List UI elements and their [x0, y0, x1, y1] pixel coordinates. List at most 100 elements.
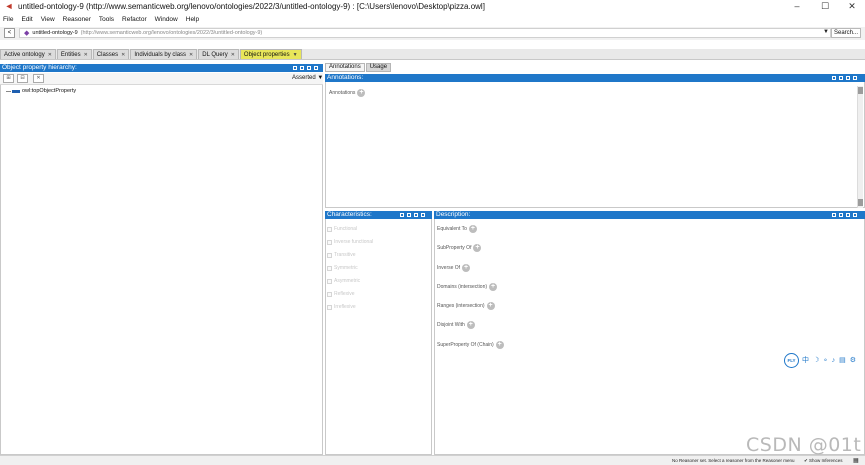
- keyboard-icon[interactable]: ▤: [839, 356, 846, 364]
- description-panel-header: Description:: [434, 211, 865, 219]
- add-disjoint-icon[interactable]: +: [466, 321, 475, 329]
- equivalent-to-field: Equivalent To +: [437, 225, 477, 233]
- object-property-icon: [12, 89, 20, 93]
- close-tab-icon[interactable]: ✕: [189, 52, 193, 58]
- search-button[interactable]: Search...: [831, 28, 861, 38]
- tab-label: Entities: [60, 51, 81, 58]
- menu-refactor[interactable]: Refactor: [122, 16, 147, 23]
- transitive-checkbox[interactable]: Transitive: [327, 252, 356, 258]
- add-domain-icon[interactable]: +: [489, 283, 498, 291]
- status-bar: No Reasoner set. Select a reasoner from …: [0, 455, 865, 465]
- minimize-button[interactable]: –: [783, 0, 811, 12]
- show-inferences-checkbox[interactable]: ✔ Show Inferences: [804, 458, 843, 464]
- add-chain-icon[interactable]: +: [495, 341, 504, 349]
- annotations-field: Annotations +: [329, 89, 366, 97]
- characteristic-label: Asymmetric: [334, 278, 361, 284]
- gear-icon[interactable]: ⚙: [850, 356, 856, 364]
- menu-window[interactable]: Window: [155, 16, 178, 23]
- workspace-tabs: Active ontology ✕ Entities ✕ Classes ✕ Indi…: [0, 49, 865, 60]
- fly-badge[interactable]: FLY: [784, 352, 799, 368]
- ontology-name: untitled-ontology-9: [32, 30, 78, 36]
- add-annotation-icon[interactable]: +: [357, 89, 366, 97]
- irreflexive-checkbox[interactable]: Irreflexive: [327, 304, 356, 310]
- tab-object-properties[interactable]: Object properties ▼: [239, 49, 302, 59]
- add-range-icon[interactable]: +: [486, 302, 495, 310]
- add-subproperty-icon[interactable]: +: [473, 244, 482, 252]
- tab-annotations[interactable]: Annotations: [325, 63, 365, 72]
- hierarchy-tree: [0, 85, 323, 455]
- annotations-panel-header: Annotations:: [325, 74, 865, 82]
- ontology-iri: (http://www.semanticweb.org/lenovo/ontol…: [80, 30, 263, 36]
- tab-classes[interactable]: Classes ✕: [92, 49, 130, 59]
- menu-help[interactable]: Help: [186, 16, 199, 23]
- annotations-body: [325, 82, 865, 208]
- ranges-field: Ranges (intersection) +: [437, 302, 495, 310]
- reasoner-status: No Reasoner set. Select a reasoner from …: [672, 458, 795, 463]
- tree-item-top-object-property[interactable]: owl:topObjectProperty: [6, 88, 76, 94]
- menu-edit[interactable]: Edit: [21, 16, 32, 23]
- tree-item-label: owl:topObjectProperty: [22, 88, 77, 94]
- hierarchy-mode-select[interactable]: Asserted ▼: [292, 75, 323, 81]
- maximize-button[interactable]: ☐: [811, 0, 839, 12]
- characteristic-label: Transitive: [334, 252, 356, 258]
- ontology-address-bar: < ◆ untitled-ontology-9 (http://www.sema…: [0, 27, 865, 40]
- close-tab-icon[interactable]: ✕: [84, 52, 88, 58]
- asymmetric-checkbox[interactable]: Asymmetric: [327, 278, 360, 284]
- close-tab-icon[interactable]: ✕: [231, 52, 235, 58]
- punctuation-icon[interactable]: ∘: [823, 356, 827, 364]
- field-label: Equivalent To: [437, 226, 467, 232]
- delete-property-icon[interactable]: ✕: [33, 74, 44, 83]
- hierarchy-toolbar: ⊞ ⊟ ✕ Asserted ▼: [0, 73, 323, 85]
- back-button[interactable]: <: [4, 28, 15, 38]
- add-sibling-property-icon[interactable]: ⊟: [17, 74, 28, 83]
- tab-active-ontology[interactable]: Active ontology ✕: [0, 49, 56, 59]
- tab-label: Classes: [96, 51, 119, 58]
- window-title: untitled-ontology-9 (http://www.semantic…: [18, 1, 485, 11]
- ontology-diamond-icon: ◆: [24, 30, 30, 37]
- moon-icon[interactable]: ☽: [813, 356, 819, 364]
- reflexive-checkbox[interactable]: Reflexive: [327, 291, 355, 297]
- functional-checkbox[interactable]: Functional: [327, 226, 357, 232]
- menu-tools[interactable]: Tools: [99, 16, 114, 23]
- menu-reasoner[interactable]: Reasoner: [63, 16, 91, 23]
- field-label: Domains (intersection): [437, 284, 488, 290]
- chevron-down-icon[interactable]: ▼: [293, 52, 298, 58]
- log-icon[interactable]: ▦: [853, 457, 859, 464]
- hierarchy-mode-label: Asserted: [292, 75, 316, 81]
- description-body: [434, 219, 865, 455]
- menu-file[interactable]: File: [3, 16, 13, 23]
- language-icon[interactable]: 中: [802, 355, 809, 365]
- ontology-iri-field[interactable]: ◆ untitled-ontology-9 (http://www.semant…: [19, 28, 831, 38]
- close-tab-icon[interactable]: ✕: [121, 52, 125, 58]
- add-inverse-icon[interactable]: +: [462, 264, 471, 272]
- chevron-down-icon[interactable]: ▼: [823, 29, 829, 35]
- superproperty-chain-field: SuperProperty Of (Chain) +: [437, 341, 504, 349]
- inverse-of-field: Inverse Of +: [437, 264, 471, 272]
- close-button[interactable]: ✕: [838, 0, 865, 12]
- tab-usage[interactable]: Usage: [365, 63, 392, 72]
- tab-dl-query[interactable]: DL Query ✕: [198, 49, 239, 59]
- microphone-icon[interactable]: ♪: [832, 357, 836, 364]
- hierarchy-panel-controls[interactable]: [291, 65, 319, 71]
- subproperty-of-field: SubProperty Of +: [437, 244, 482, 252]
- add-subproperty-icon[interactable]: ⊞: [3, 74, 14, 83]
- symmetric-checkbox[interactable]: Symmetric: [327, 265, 358, 271]
- tab-individuals-by-class[interactable]: Individuals by class ✕: [130, 49, 198, 59]
- menu-view[interactable]: View: [41, 16, 55, 23]
- inverse-functional-checkbox[interactable]: Inverse functional: [327, 239, 373, 245]
- tree-connector: [6, 90, 11, 92]
- disjoint-with-field: Disjoint With +: [437, 321, 475, 329]
- tab-entities[interactable]: Entities ✕: [56, 49, 92, 59]
- close-tab-icon[interactable]: ✕: [48, 52, 52, 58]
- annotations-label: Annotations: [329, 90, 356, 96]
- annotations-scrollbar[interactable]: [857, 86, 863, 208]
- annotations-panel-controls[interactable]: [830, 75, 858, 81]
- characteristic-label: Symmetric: [334, 265, 358, 271]
- description-panel-controls[interactable]: [830, 212, 858, 218]
- field-label: Ranges (intersection): [437, 303, 485, 309]
- field-label: Disjoint With: [437, 322, 465, 328]
- annotation-subtabs: Annotations Usage: [325, 63, 392, 72]
- characteristics-panel-controls[interactable]: [398, 212, 426, 218]
- characteristic-label: Irreflexive: [334, 304, 356, 310]
- add-equivalent-icon[interactable]: +: [468, 225, 477, 233]
